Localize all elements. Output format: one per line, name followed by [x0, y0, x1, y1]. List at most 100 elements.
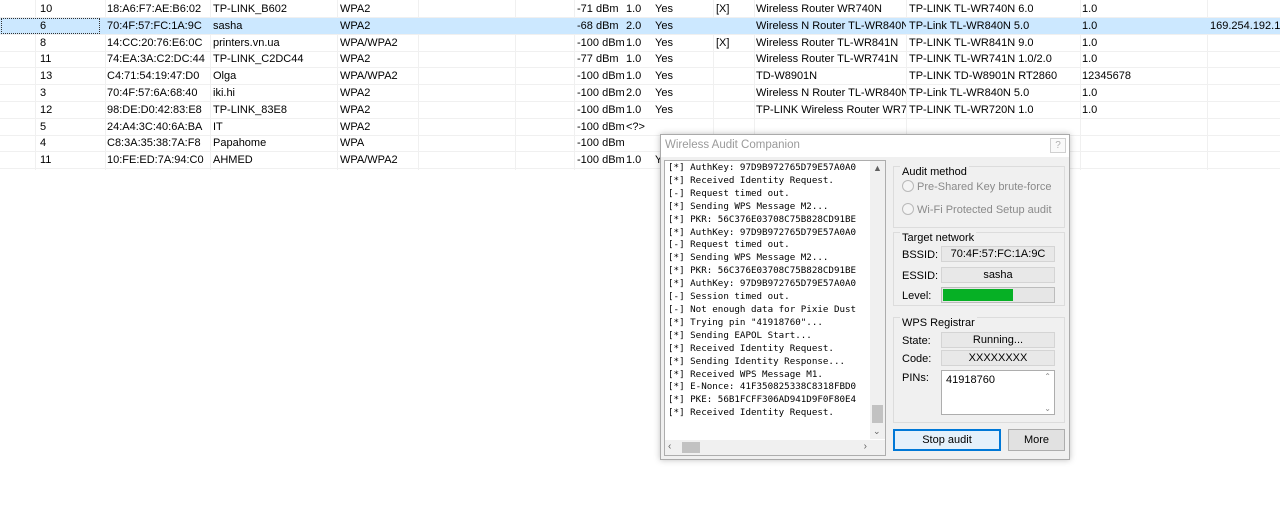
scroll-down-icon[interactable]: ⌄	[873, 426, 881, 437]
target-network-group: Target network BSSID: 70:4F:57:FC:1A:9C …	[893, 232, 1065, 306]
log-line: [*] AuthKey: 97D9B972765D79E57A0A0	[668, 162, 857, 173]
cell-wps-enabled: Yes	[655, 3, 673, 15]
cell-rssi: -100 dBm	[577, 36, 625, 49]
wps-audit-radio[interactable]: Wi-Fi Protected Setup audit	[902, 203, 1052, 217]
cell-ip	[1210, 1, 1280, 17]
log-horizontal-scrollbar[interactable]: ‹ ›	[665, 440, 870, 455]
table-row[interactable]: 10 18:A6:F7:AE:B6:02 TP-LINK_B602 WPA2 -71 d…	[0, 1, 1280, 18]
table-row[interactable]: 8 14:CC:20:76:E6:0C printers.vn.ua WPA/WPA2…	[0, 35, 1280, 52]
cell-serial	[1082, 119, 1202, 135]
cell-wps-enabled: Yes	[655, 103, 673, 116]
table-row[interactable]: 4 C8:3A:35:38:7A:F8 Papahome WPA -100 dBm	[0, 135, 1280, 153]
cell-auth: WPA2	[340, 3, 371, 15]
pins-list[interactable]: 41918760 ⌃ ⌄	[941, 370, 1055, 415]
cell-wps-locked	[716, 18, 754, 34]
cell-essid: sasha	[213, 19, 243, 32]
cell-device: TP-LINK TL-WR720N 1.0	[909, 103, 1034, 116]
cell-auth: WPA2	[340, 19, 371, 32]
cell-wps-enabled: Yes	[655, 87, 673, 99]
cell-channel: 6	[1, 17, 100, 34]
state-field: Running...	[941, 332, 1055, 348]
audit-method-group: Audit method Pre-Shared Key brute-force …	[893, 166, 1065, 228]
log-line: [*] Received Identity Request.	[668, 342, 834, 354]
cell-rssi: -100 dBm	[577, 87, 625, 99]
scroll-up-icon[interactable]: ▲	[873, 163, 882, 173]
cell-wps-version: 1.0	[626, 53, 642, 66]
cell-auth: WPA2	[340, 120, 371, 133]
pins-label: PINs:	[902, 372, 929, 384]
log-line: [-] Request timed out.	[668, 187, 790, 199]
cell-serial: 1.0	[1082, 87, 1098, 99]
cell-bssid: 98:DE:D0:42:83:E8	[107, 103, 202, 116]
log-line: [*] E-Nonce: 41F350825338C8318FBD0	[668, 381, 857, 393]
cell-model: Wireless Router TL-WR741N	[756, 53, 899, 66]
vertical-scroll-thumb[interactable]	[872, 405, 883, 423]
log-line: [-] Not enough data for Pixie Dust	[668, 303, 857, 315]
cell-channel: 11	[40, 53, 52, 66]
cell-serial: 1.0	[1082, 36, 1098, 49]
table-row[interactable]: 11 10:FE:ED:7A:94:C0 AHMED WPA/WPA2 -100 dBm…	[0, 152, 1280, 170]
cell-auth: WPA/WPA2	[340, 154, 398, 167]
signal-level-bar	[941, 287, 1055, 303]
log-line: [*] AuthKey: 97D9B972765D79E57A0A0	[668, 226, 857, 238]
log-line: [*] Received Identity Request.	[668, 407, 834, 419]
cell-channel: 11	[40, 154, 52, 167]
cell-bssid: 18:A6:F7:AE:B6:02	[107, 3, 202, 15]
table-row[interactable]: 6 70:4F:57:FC:1A:9C sasha WPA2 -68 dBm 2.0 Yes…	[0, 17, 1280, 35]
cell-essid: TP-LINK_83E8	[213, 103, 287, 116]
table-row[interactable]: 13 C4:71:54:19:47:D0 Olga WPA/WPA2 -100 dBm 1…	[0, 68, 1280, 86]
log-line: [*] Sending EAPOL Start...	[668, 329, 812, 341]
cell-ip	[1210, 152, 1280, 168]
table-row[interactable]: 5 24:A4:3C:40:6A:BA IT WPA2 -100 dBm <?>	[0, 119, 1280, 136]
cell-auth: WPA/WPA2	[340, 36, 398, 49]
cell-device: TP-Link TL-WR840N 5.0	[909, 19, 1030, 32]
cell-model: Wireless Router WR740N	[756, 3, 882, 15]
dialog-title: Wireless Audit Companion	[665, 139, 800, 151]
cell-ip	[1210, 102, 1280, 118]
table-row[interactable]: 3 70:4F:57:6A:68:40 iki.hi WPA2 -100 dBm 2.0 Y…	[0, 85, 1280, 102]
pins-scroll-down-icon[interactable]: ⌄	[1044, 404, 1051, 413]
log-panel[interactable]: [*] AuthKey: 97D9B972765D79E57A0A0 [*] Re…	[664, 160, 886, 456]
more-button[interactable]: More	[1008, 429, 1065, 451]
cell-device: TP-Link TL-WR840N 5.0	[909, 87, 1030, 99]
log-text: [*] AuthKey: 97D9B972765D79E57A0A0 [*] Re…	[668, 162, 868, 420]
cell-essid: iki.hi	[213, 87, 236, 99]
dialog-titlebar[interactable]: Wireless Audit Companion ?	[661, 135, 1069, 157]
cell-wps-locked	[716, 119, 754, 135]
cell-wps-locked: [X]	[716, 36, 730, 49]
cell-wps-locked	[716, 102, 754, 118]
cell-model: Wireless N Router TL-WR840N	[756, 87, 906, 99]
cell-wps-locked: [X]	[716, 3, 730, 15]
cell-auth: WPA	[340, 137, 365, 150]
table-row[interactable]: 12 98:DE:D0:42:83:E8 TP-LINK_83E8 WPA2 -100 …	[0, 102, 1280, 119]
pins-scroll-up-icon[interactable]: ⌃	[1044, 372, 1051, 381]
cell-bssid: 14:CC:20:76:E6:0C	[107, 36, 203, 49]
psk-bruteforce-radio[interactable]: Pre-Shared Key brute-force	[902, 180, 1052, 194]
stop-audit-button[interactable]: Stop audit	[893, 429, 1001, 451]
wps-registrar-group: WPS Registrar State: Running... Code: XX…	[893, 317, 1065, 423]
cell-bssid: 74:EA:3A:C2:DC:44	[107, 53, 205, 66]
cell-essid: Olga	[213, 70, 237, 83]
log-vertical-scrollbar[interactable]: ▲ ⌄	[870, 161, 885, 439]
cell-serial	[1082, 135, 1202, 151]
table-row[interactable]: 11 74:EA:3A:C2:DC:44 TP-LINK_C2DC44 WPA2 -77…	[0, 51, 1280, 69]
log-line: [-] Session timed out.	[668, 291, 790, 303]
cell-wps-version: 2.0	[626, 19, 642, 32]
cell-bssid: 24:A4:3C:40:6A:BA	[107, 120, 203, 133]
cell-channel: 4	[40, 137, 47, 150]
cell-wps-locked	[716, 85, 754, 101]
help-close-icon[interactable]: ?	[1050, 138, 1066, 153]
cell-wps-version: <?>	[626, 120, 645, 133]
horizontal-scroll-thumb[interactable]	[682, 442, 700, 453]
scroll-left-icon[interactable]: ‹	[668, 441, 671, 452]
signal-level-fill	[943, 289, 1013, 301]
scroll-right-icon[interactable]: ›	[864, 441, 867, 452]
cell-essid: TP-LINK_B602	[213, 3, 287, 15]
cell-auth: WPA2	[340, 87, 371, 99]
cell-wps-version: 1.0	[626, 70, 642, 83]
audit-dialog: Wireless Audit Companion ? [*] AuthKey: …	[660, 134, 1070, 460]
cell-wps-version	[626, 135, 654, 151]
cell-ip	[1210, 85, 1280, 101]
cell-wps-version: 2.0	[626, 87, 642, 99]
radio-circle-icon	[902, 180, 914, 192]
